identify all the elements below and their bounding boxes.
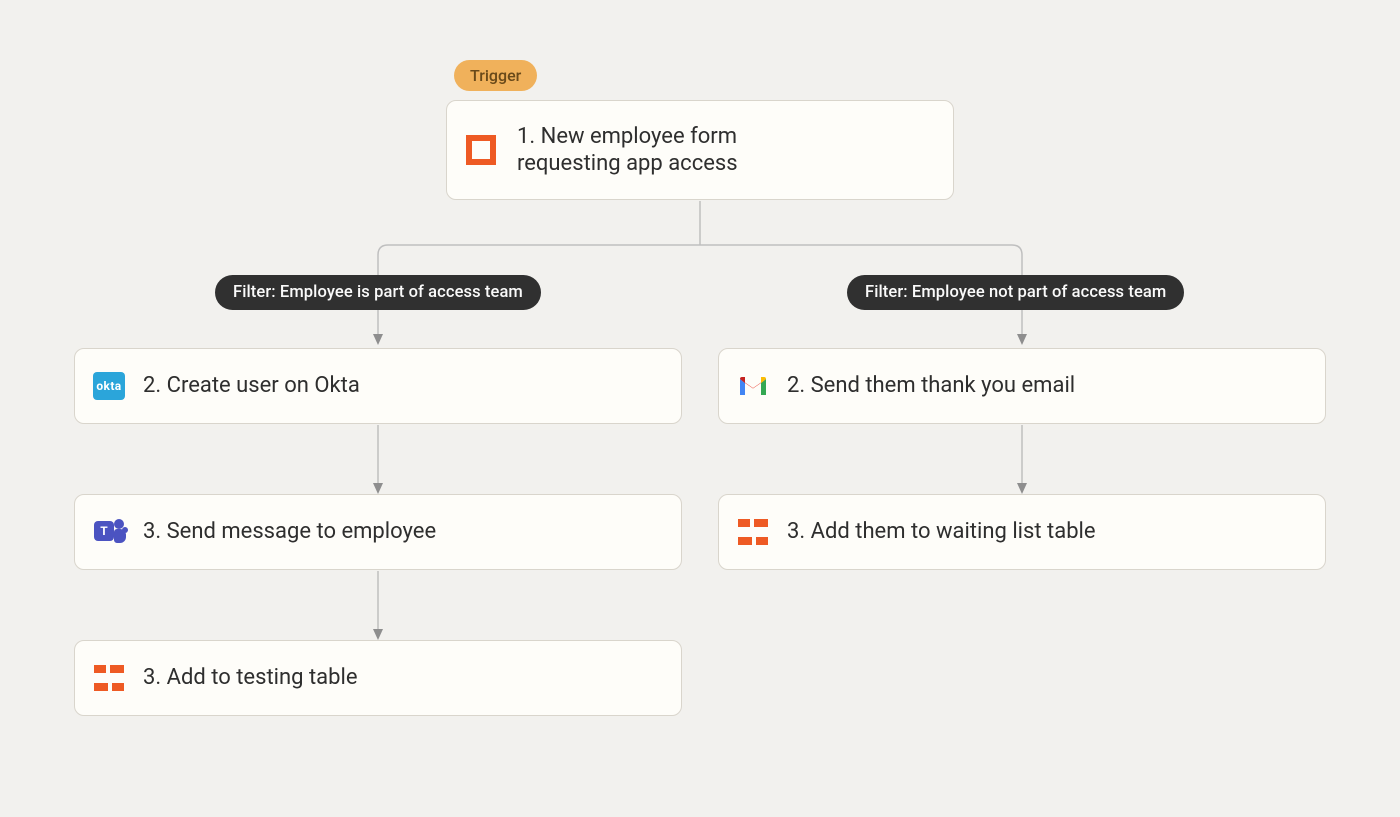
filter-pill-left: Filter: Employee is part of access team — [215, 275, 541, 310]
left-step-1-label: 2. Create user on Okta — [143, 372, 360, 400]
trigger-line2: requesting app access — [517, 151, 738, 176]
okta-icon: okta — [93, 370, 125, 402]
left-step-2[interactable]: T 3. Send message to employee — [74, 494, 682, 570]
right-step-1[interactable]: 2. Send them thank you email — [718, 348, 1326, 424]
gmail-icon — [737, 370, 769, 402]
left-step-3[interactable]: 3. Add to testing table — [74, 640, 682, 716]
left-step-3-label: 3. Add to testing table — [143, 664, 358, 692]
trigger-card-label: 1. New employee form requesting app acce… — [517, 123, 738, 178]
right-step-2[interactable]: 3. Add them to waiting list table — [718, 494, 1326, 570]
trigger-card[interactable]: 1. New employee form requesting app acce… — [446, 100, 954, 200]
filter-pill-right: Filter: Employee not part of access team — [847, 275, 1184, 310]
trigger-badge: Trigger — [454, 60, 537, 91]
left-step-1[interactable]: okta 2. Create user on Okta — [74, 348, 682, 424]
right-step-1-label: 2. Send them thank you email — [787, 372, 1075, 400]
stax-icon — [93, 662, 125, 694]
teams-icon: T — [93, 516, 125, 548]
workflow-diagram: Trigger 1. New employee form requesting … — [0, 0, 1400, 817]
form-app-icon — [465, 134, 497, 166]
trigger-line1: 1. New employee form — [517, 124, 737, 149]
left-step-2-label: 3. Send message to employee — [143, 518, 436, 546]
right-step-2-label: 3. Add them to waiting list table — [787, 518, 1096, 546]
stax-icon — [737, 516, 769, 548]
